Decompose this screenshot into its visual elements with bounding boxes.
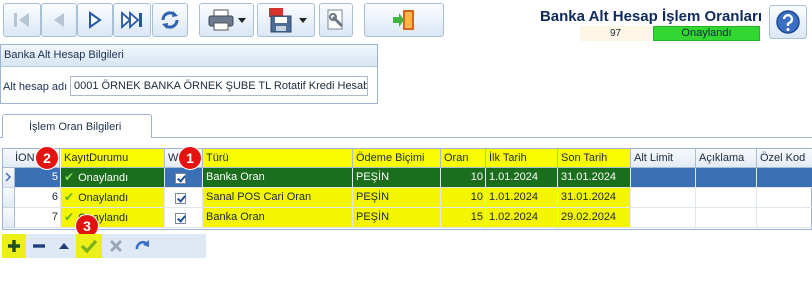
type-cell[interactable]: Sanal POS Cari Oran: [203, 188, 353, 208]
w-checkbox[interactable]: [175, 173, 186, 184]
column-header[interactable]: Özel Kod: [757, 149, 812, 168]
description-cell[interactable]: [696, 208, 757, 228]
column-header[interactable]: Türü: [203, 149, 353, 168]
start-date-cell[interactable]: 1.01.2024: [486, 188, 558, 208]
end-date-cell[interactable]: 31.01.2024: [558, 168, 631, 188]
last-record-button[interactable]: [113, 3, 151, 37]
status-text: Onaylandı: [78, 192, 129, 204]
w-checkbox[interactable]: [175, 213, 186, 224]
chevron-down-icon: [238, 17, 246, 23]
description-cell[interactable]: [696, 168, 757, 188]
move-up-button[interactable]: [53, 234, 75, 258]
pdf-export-icon: [268, 8, 291, 33]
chevron-down-icon: [298, 17, 307, 23]
payment-cell[interactable]: PEŞİN: [353, 208, 441, 228]
previous-record-button[interactable]: [41, 3, 77, 37]
end-date-cell[interactable]: 31.01.2024: [558, 188, 631, 208]
rate-cell[interactable]: 10: [441, 168, 486, 188]
start-date-cell[interactable]: 1.02.2024: [486, 208, 558, 228]
description-cell[interactable]: [696, 188, 757, 208]
undo-button[interactable]: [129, 234, 155, 258]
approve-button[interactable]: [76, 234, 102, 258]
help-icon: [776, 10, 800, 34]
account-info-panel: Banka Alt Hesap Bilgileri Alt hesap adı …: [0, 44, 378, 104]
document-settings-button[interactable]: [319, 3, 353, 37]
exit-door-icon: [393, 10, 414, 30]
row-pointer-icon: [5, 172, 12, 182]
status-cell[interactable]: ✔ Onaylandı: [61, 168, 165, 188]
check-icon: ✔: [64, 210, 75, 224]
column-header[interactable]: Alt Limit: [631, 149, 696, 168]
last-record-icon: [121, 11, 142, 29]
rates-grid: İON KayıtDurumu W Türü Ödeme Biçimi Oran…: [2, 148, 812, 230]
column-header[interactable]: Açıklama: [696, 149, 757, 168]
check-icon: ✔: [64, 170, 75, 184]
ion-cell[interactable]: 7: [15, 208, 61, 228]
cancel-x-icon: [110, 240, 122, 252]
exit-button[interactable]: [364, 3, 444, 37]
first-record-button[interactable]: [3, 3, 41, 37]
settings-document-icon: [327, 9, 344, 30]
column-header[interactable]: Son Tarih: [558, 149, 631, 168]
next-record-icon: [89, 11, 102, 29]
status-cell[interactable]: ✔ Onaylandı: [61, 188, 165, 208]
annotation-badge: 1: [178, 146, 202, 170]
remove-record-button[interactable]: [27, 234, 51, 258]
type-cell[interactable]: Banka Oran: [203, 208, 353, 228]
column-header[interactable]: Oran: [441, 149, 486, 168]
move-up-icon: [59, 243, 69, 249]
approve-check-icon: [80, 239, 98, 254]
printer-icon: [208, 9, 234, 31]
window-title: Banka Alt Hesap İşlem Oranları: [539, 8, 762, 25]
w-cell[interactable]: [165, 168, 203, 188]
type-cell[interactable]: Banka Oran: [203, 168, 353, 188]
row-selector[interactable]: [3, 208, 15, 228]
row-selector-arrow[interactable]: [3, 168, 15, 188]
add-icon: [8, 240, 20, 252]
print-button[interactable]: [199, 3, 254, 37]
refresh-icon: [161, 11, 179, 29]
payment-cell[interactable]: PEŞİN: [353, 168, 441, 188]
ion-cell[interactable]: 5: [15, 168, 61, 188]
w-checkbox[interactable]: [175, 193, 186, 204]
end-date-cell[interactable]: 29.02.2024: [558, 208, 631, 228]
undo-icon: [135, 240, 150, 250]
cancel-button[interactable]: [105, 234, 127, 258]
record-number: 97: [580, 26, 651, 41]
w-cell[interactable]: [165, 188, 203, 208]
column-header[interactable]: Ödeme Biçimi: [353, 149, 441, 168]
sub-account-name-label: Alt hesap adı: [3, 81, 68, 93]
special-code-cell[interactable]: [757, 208, 812, 228]
status-text: Onaylandı: [78, 172, 129, 184]
payment-cell[interactable]: PEŞİN: [353, 188, 441, 208]
limit-cell[interactable]: [631, 188, 696, 208]
record-status-badge: Onaylandı: [653, 26, 760, 41]
add-record-button[interactable]: [2, 234, 26, 258]
help-button[interactable]: [769, 5, 807, 39]
special-code-cell[interactable]: [757, 188, 812, 208]
tab-rate-info[interactable]: İşlem Oran Bilgileri: [2, 114, 152, 138]
annotation-badge: 2: [35, 146, 59, 170]
ion-cell[interactable]: 6: [15, 188, 61, 208]
refresh-button[interactable]: [152, 3, 188, 37]
limit-cell[interactable]: [631, 208, 696, 228]
grid-navigator: [2, 234, 206, 258]
account-info-panel-title: Banka Alt Hesap Bilgileri: [1, 45, 377, 67]
check-icon: ✔: [64, 190, 75, 204]
sub-account-name-field[interactable]: 0001 ÖRNEK BANKA ÖRNEK ŞUBE TL Rotatif K…: [70, 76, 368, 96]
w-cell[interactable]: [165, 208, 203, 228]
special-code-cell[interactable]: [757, 168, 812, 188]
start-date-cell[interactable]: 1.01.2024: [486, 168, 558, 188]
previous-record-icon: [54, 13, 64, 27]
first-record-icon: [14, 13, 29, 27]
remove-icon: [33, 244, 45, 248]
rate-cell[interactable]: 10: [441, 188, 486, 208]
pdf-export-button[interactable]: [257, 3, 315, 37]
next-record-button[interactable]: [77, 3, 113, 37]
row-selector[interactable]: [3, 188, 15, 208]
column-header[interactable]: İlk Tarih: [486, 149, 558, 168]
rate-cell[interactable]: 15: [441, 208, 486, 228]
column-header[interactable]: KayıtDurumu: [61, 149, 165, 168]
limit-cell[interactable]: [631, 168, 696, 188]
